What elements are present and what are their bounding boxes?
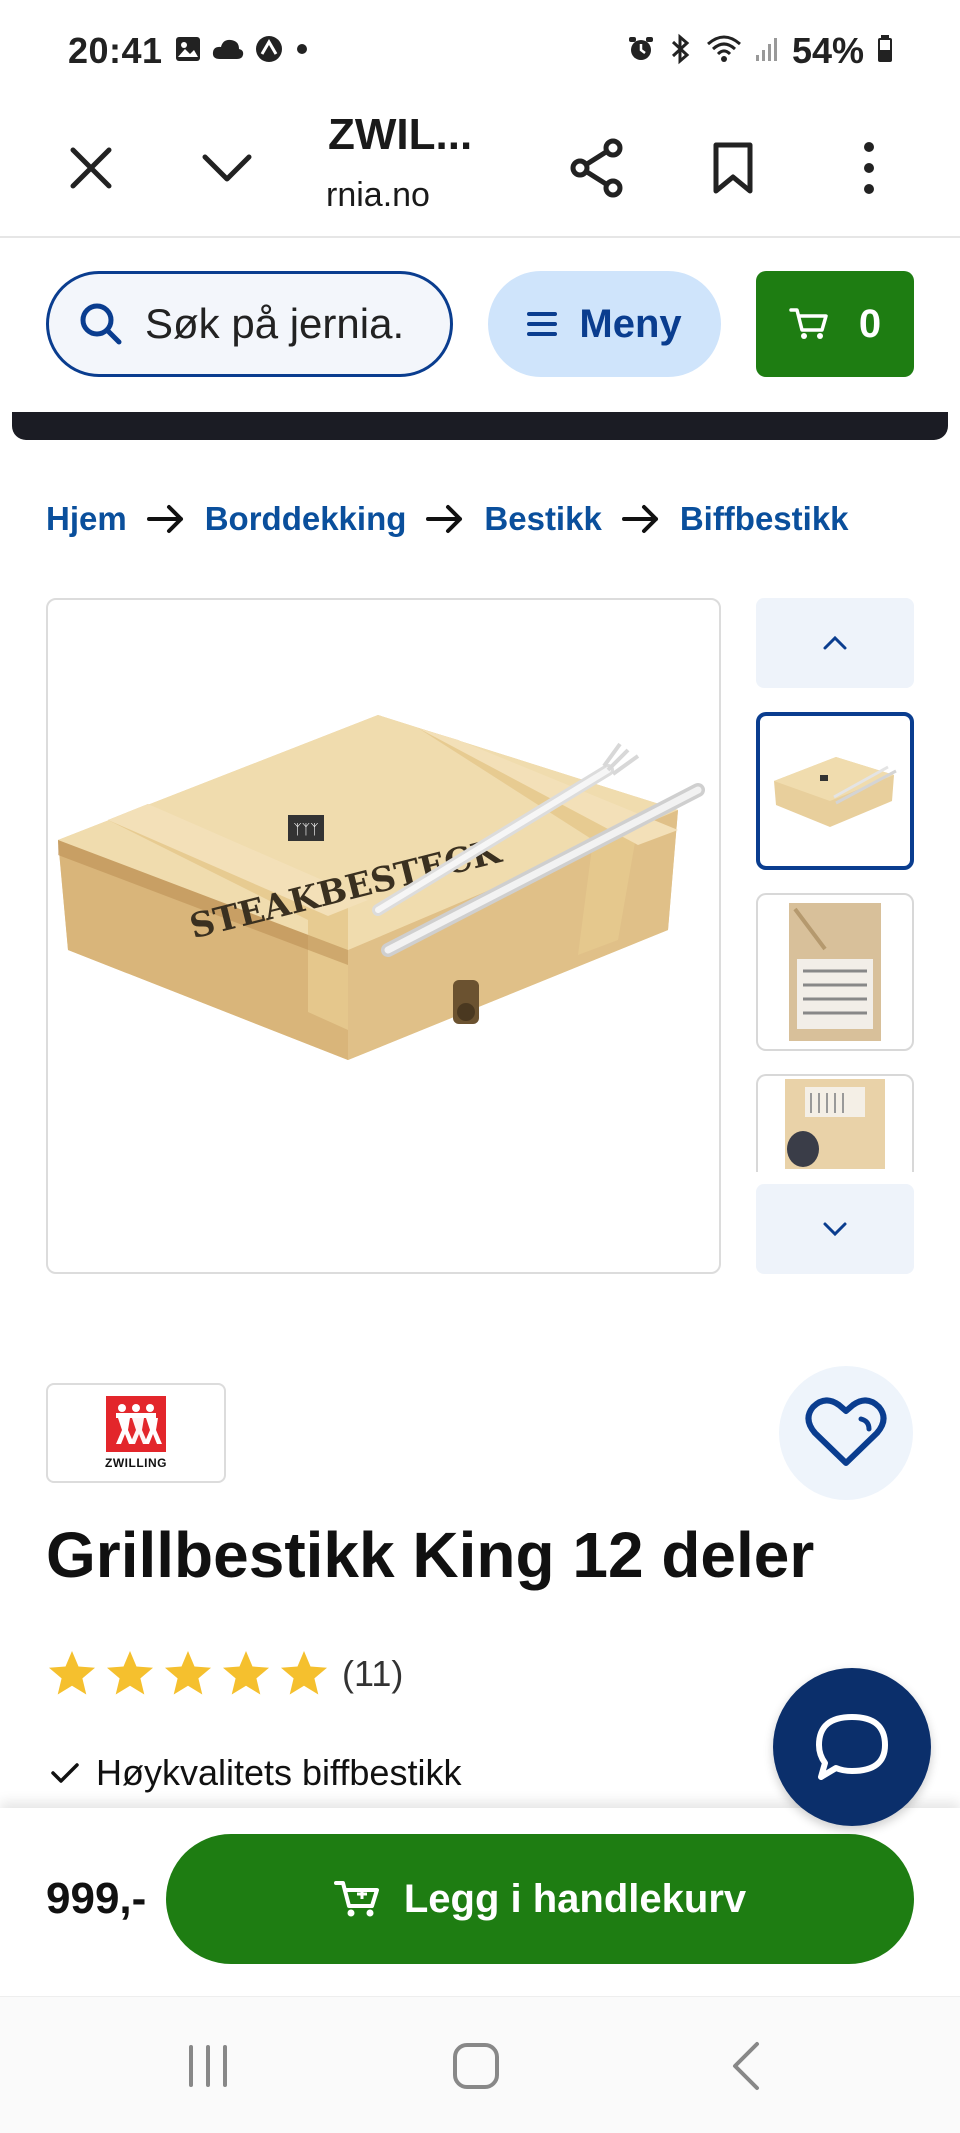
cloud-icon	[212, 37, 244, 66]
back-button[interactable]	[676, 1997, 816, 2133]
product-rating[interactable]: (11)	[46, 1648, 403, 1700]
product-title: Grillbestikk King 12 deler	[46, 1519, 815, 1591]
search-icon	[80, 303, 122, 345]
gallery-icon	[174, 35, 202, 68]
hamburger-icon	[527, 312, 558, 336]
alarm-icon	[626, 34, 656, 69]
page-url[interactable]: rnia.no	[326, 176, 456, 215]
cart-button[interactable]: 0	[756, 271, 914, 377]
chevron-down-icon	[823, 1222, 847, 1237]
svg-text:ᛉᛉᛉ: ᛉᛉᛉ	[293, 822, 318, 838]
menu-label: Meny	[579, 301, 682, 346]
breadcrumb: Hjem Borddekking Bestikk Biffbestikk	[46, 500, 849, 538]
chevron-down-icon	[202, 154, 252, 182]
share-icon	[570, 138, 623, 198]
cart-icon	[333, 1881, 379, 1917]
home-icon	[453, 2042, 499, 2089]
star-icon	[107, 1651, 153, 1695]
heart-icon	[805, 1397, 887, 1466]
star-icon	[49, 1651, 95, 1695]
banner-strip	[12, 412, 948, 440]
close-icon	[70, 147, 112, 189]
tab-dropdown-button[interactable]	[192, 133, 262, 203]
thumbnail-scroll-up-button[interactable]	[756, 598, 914, 688]
signal-icon	[754, 35, 780, 68]
arrow-right-icon	[621, 504, 660, 534]
star-icon	[281, 1651, 327, 1695]
thumbnail-1[interactable]	[756, 712, 914, 870]
close-button[interactable]	[56, 133, 126, 203]
bookmark-icon	[713, 142, 753, 194]
battery-icon	[876, 34, 894, 69]
breadcrumb-borddekking[interactable]: Borddekking	[205, 500, 407, 538]
arrow-right-icon	[426, 504, 464, 534]
share-button[interactable]	[562, 133, 632, 203]
favorite-button[interactable]	[779, 1366, 913, 1500]
breadcrumb-home[interactable]: Hjem	[46, 500, 127, 538]
recents-icon	[189, 2044, 227, 2087]
chat-bubble-icon	[816, 1714, 888, 1780]
steak-cutlery-box-image: ᛉᛉᛉ STEAKBESTECK	[58, 715, 705, 1060]
breadcrumb-biffbestikk[interactable]: Biffbestikk	[680, 500, 849, 538]
browser-toolbar: ZWIL... rnia.no	[0, 110, 960, 238]
status-icons-right: 54%	[626, 30, 894, 72]
thumbnail-image	[785, 1079, 885, 1169]
cart-count: 0	[858, 301, 882, 346]
thumbnail-3[interactable]	[756, 1074, 914, 1172]
status-bar: 20:41 54%	[0, 0, 960, 110]
chat-button[interactable]	[773, 1668, 931, 1826]
thumbnail-2[interactable]	[756, 893, 914, 1051]
rating-count: (11)	[342, 1653, 404, 1694]
recent-apps-button[interactable]	[138, 1997, 278, 2133]
page-title[interactable]: ZWIL...	[328, 110, 478, 160]
star-icon	[223, 1651, 269, 1695]
battery-level: 54%	[791, 30, 864, 71]
status-time: 20:41	[68, 30, 163, 71]
thumbnail-scroll-down-button[interactable]	[756, 1184, 914, 1274]
more-options-button[interactable]	[834, 133, 904, 203]
back-icon	[733, 2041, 759, 2090]
star-icon	[165, 1651, 211, 1695]
vpn-icon	[254, 34, 284, 69]
bluetooth-icon	[668, 33, 694, 70]
sticky-purchase-bar: 999,- Legg i handlekurv	[0, 1808, 960, 1996]
chevron-up-icon	[823, 635, 847, 650]
menu-button[interactable]: Meny	[488, 271, 721, 377]
cart-icon	[789, 308, 828, 339]
feature-text: Høykvalitets biffbestikk	[96, 1752, 462, 1793]
android-navigation-bar	[0, 1996, 960, 2133]
thumbnail-image	[789, 903, 881, 1041]
check-icon	[51, 1763, 79, 1783]
search-box[interactable]	[46, 271, 453, 377]
brand-name: ZWILLING	[105, 1456, 167, 1470]
more-icon	[864, 142, 874, 194]
arrow-right-icon	[146, 504, 185, 534]
bookmark-button[interactable]	[698, 133, 768, 203]
brand-logo[interactable]: ZWILLING	[46, 1383, 226, 1483]
dot-icon	[294, 41, 310, 62]
feature-item: Høykvalitets biffbestikk	[50, 1752, 461, 1794]
add-to-cart-button[interactable]: Legg i handlekurv	[166, 1834, 914, 1964]
site-header: Meny 0	[0, 240, 960, 412]
product-main-image[interactable]: ᛉᛉᛉ STEAKBESTECK	[46, 598, 721, 1274]
home-button[interactable]	[406, 1997, 546, 2133]
zwilling-logo-icon	[106, 1396, 166, 1452]
add-to-cart-label: Legg i handlekurv	[403, 1876, 747, 1921]
status-icons-left	[174, 34, 310, 69]
search-input[interactable]	[145, 300, 445, 348]
breadcrumb-bestikk[interactable]: Bestikk	[484, 500, 601, 538]
product-price: 999,-	[46, 1874, 147, 1923]
wifi-icon	[706, 34, 742, 69]
thumbnail-image	[774, 757, 897, 827]
